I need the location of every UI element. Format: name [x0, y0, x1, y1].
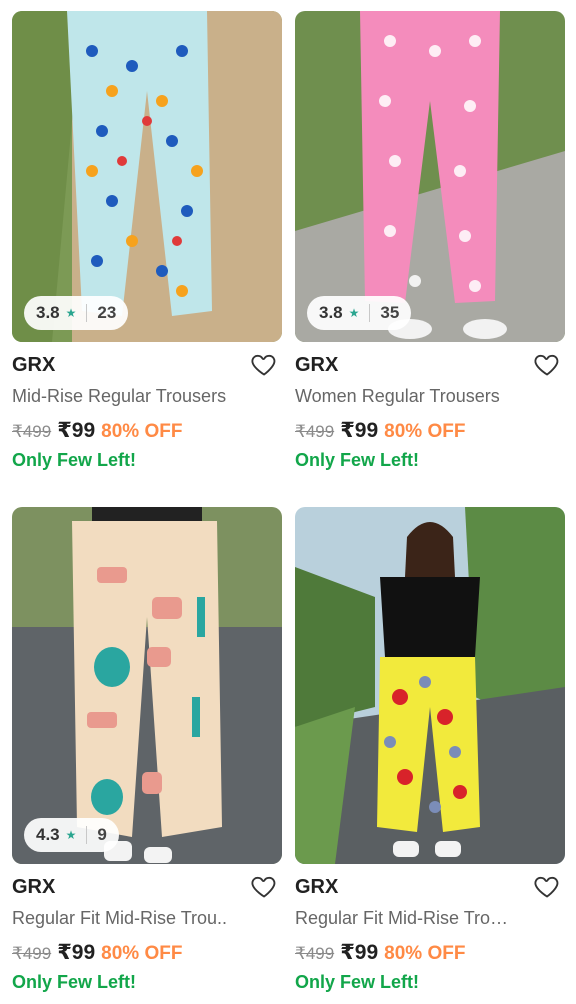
trouser-photo-icon	[295, 11, 565, 342]
product-title: Regular Fit Mid-Rise Tro…	[295, 908, 509, 928]
sale-price: ₹99	[57, 941, 96, 964]
product-image[interactable]: 3.8 ★ 35	[295, 11, 565, 342]
brand-name: GRX	[295, 876, 339, 898]
product-card[interactable]: GRX Regular Fit Mid-Rise Tro… ₹499 ₹99 8…	[295, 507, 565, 992]
rating-badge: 3.8 ★ 35	[307, 296, 412, 330]
wishlist-heart-icon[interactable]	[250, 350, 278, 378]
rating-value: 3.8	[319, 303, 343, 322]
brand-name: GRX	[295, 354, 339, 376]
price-row: ₹499 ₹99 80% OFF	[295, 418, 465, 443]
discount-label: 80% OFF	[101, 943, 183, 964]
rating-value: 3.8	[36, 303, 60, 322]
product-title: Women Regular Trousers	[295, 386, 500, 406]
trouser-photo-icon	[295, 507, 565, 864]
price-row: ₹499 ₹99 80% OFF	[12, 940, 182, 965]
wishlist-heart-icon[interactable]	[533, 350, 561, 378]
product-image[interactable]: 4.3 ★ 9	[12, 507, 282, 864]
rating-count: 35	[380, 303, 400, 322]
product-card[interactable]: 3.8 ★ 23 GRX Mid-Rise Regular Trousers ₹…	[12, 11, 282, 490]
original-price: ₹499	[12, 422, 52, 441]
rating-count: 23	[97, 303, 117, 322]
rating-divider	[369, 304, 371, 322]
sale-price: ₹99	[57, 419, 96, 442]
rating-value: 4.3	[36, 825, 60, 844]
star-icon: ★	[65, 306, 77, 320]
original-price: ₹499	[295, 944, 335, 963]
stock-status: Only Few Left!	[295, 972, 420, 992]
star-icon: ★	[65, 828, 77, 842]
product-card[interactable]: 3.8 ★ 35 GRX Women Regular Trousers ₹499…	[295, 11, 565, 490]
discount-label: 80% OFF	[384, 421, 466, 442]
brand-name: GRX	[12, 354, 56, 376]
product-title: Mid-Rise Regular Trousers	[12, 386, 227, 406]
discount-label: 80% OFF	[101, 421, 183, 442]
wishlist-heart-icon[interactable]	[250, 872, 278, 900]
discount-label: 80% OFF	[384, 943, 466, 964]
rating-count: 9	[97, 825, 107, 844]
price-row: ₹499 ₹99 80% OFF	[12, 418, 182, 443]
sale-price: ₹99	[340, 941, 379, 964]
brand-name: GRX	[12, 876, 56, 898]
sale-price: ₹99	[340, 419, 379, 442]
original-price: ₹499	[12, 944, 52, 963]
product-info: GRX Mid-Rise Regular Trousers ₹499 ₹99 8…	[12, 342, 282, 490]
product-grid: 3.8 ★ 23 GRX Mid-Rise Regular Trousers ₹…	[0, 0, 576, 1004]
rating-divider	[86, 826, 88, 844]
product-title: Regular Fit Mid-Rise Trou..	[12, 908, 228, 928]
product-info: GRX Regular Fit Mid-Rise Trou.. ₹499 ₹99…	[12, 864, 282, 992]
rating-badge: 4.3 ★ 9	[24, 818, 119, 852]
product-info: GRX Women Regular Trousers ₹499 ₹99 80% …	[295, 342, 565, 490]
wishlist-heart-icon[interactable]	[533, 872, 561, 900]
price-row: ₹499 ₹99 80% OFF	[295, 940, 465, 965]
product-image[interactable]	[295, 507, 565, 864]
product-card[interactable]: 4.3 ★ 9 GRX Regular Fit Mid-Rise Trou.. …	[12, 507, 282, 992]
rating-divider	[86, 304, 88, 322]
star-icon: ★	[348, 306, 360, 320]
rating-badge: 3.8 ★ 23	[24, 296, 129, 330]
trouser-photo-icon	[12, 11, 282, 342]
product-info: GRX Regular Fit Mid-Rise Tro… ₹499 ₹99 8…	[295, 864, 565, 992]
trouser-photo-icon	[12, 507, 282, 864]
stock-status: Only Few Left!	[295, 450, 420, 470]
product-image[interactable]: 3.8 ★ 23	[12, 11, 282, 342]
stock-status: Only Few Left!	[12, 450, 137, 470]
original-price: ₹499	[295, 422, 335, 441]
stock-status: Only Few Left!	[12, 972, 137, 992]
